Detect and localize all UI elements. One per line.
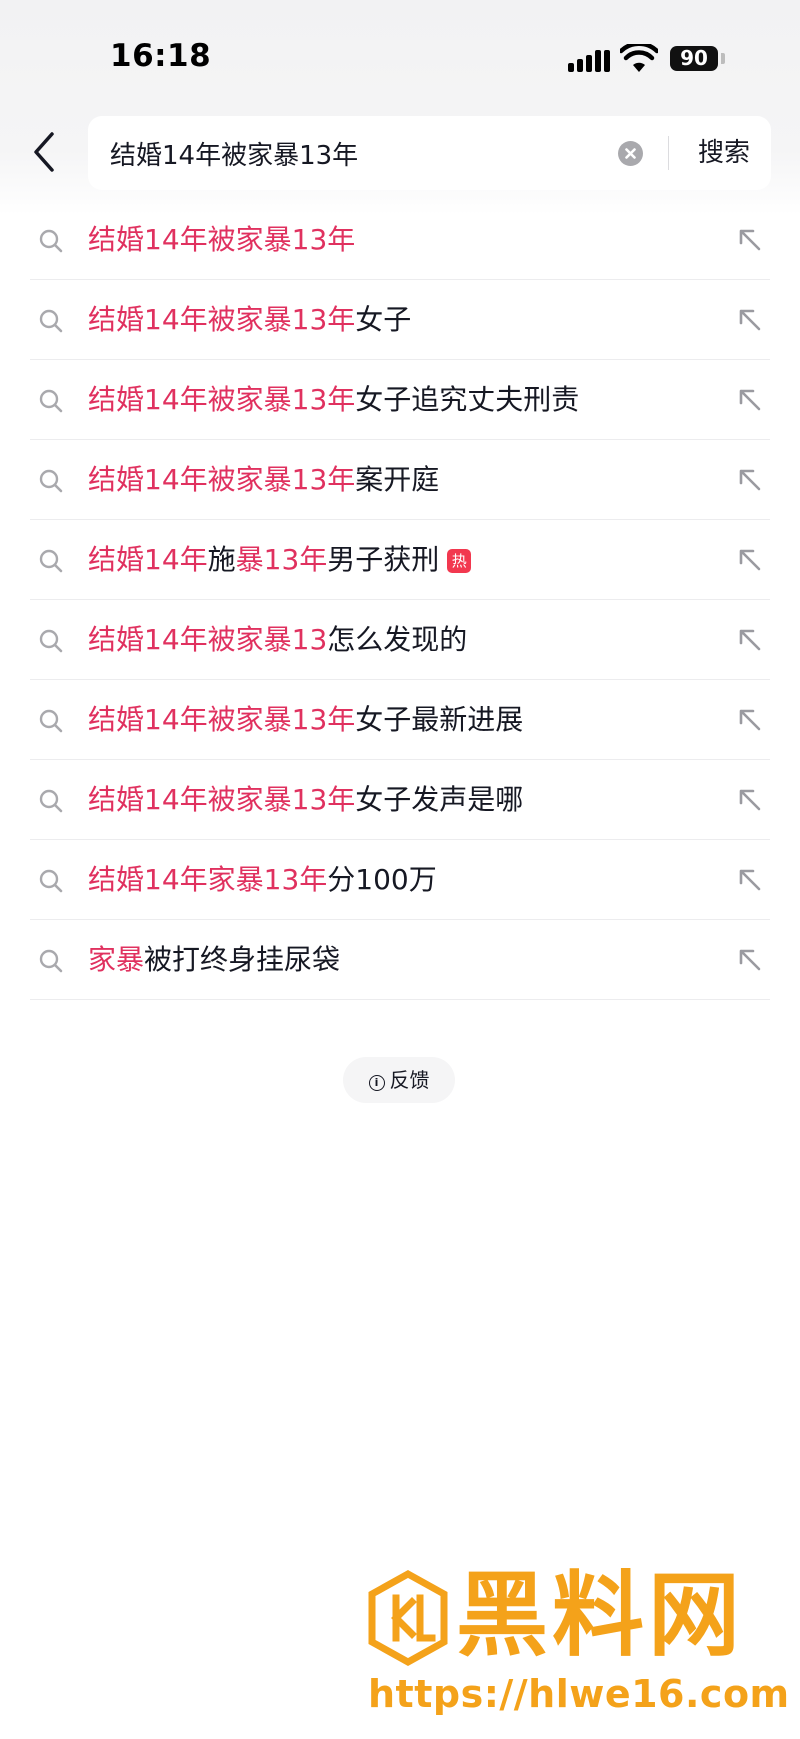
suggestion-rest: 女子最新进展 (355, 703, 524, 736)
suggestion-highlight: 结婚14年被家暴13年 (88, 783, 356, 816)
suggestion-highlight: 结婚14年被家暴13年 (88, 703, 356, 736)
watermark-logo-icon (368, 1570, 448, 1666)
search-button[interactable]: 搜索 (684, 116, 764, 190)
clear-circle-icon (625, 148, 636, 159)
suggestion-text: 结婚14年被家暴13年女子最新进展 (88, 680, 523, 760)
watermark: 黑料网 https://hlwe16.com (368, 1560, 790, 1730)
search-icon (39, 389, 63, 413)
suggestion-item[interactable]: 结婚14年被家暴13年女子发声是哪 (0, 760, 800, 840)
suggestion-rest: 女子追究丈夫刑责 (355, 383, 580, 416)
suggestion-item[interactable]: 结婚14年被家暴13年案开庭 (0, 440, 800, 520)
suggestion-highlight: 家暴 (88, 943, 145, 976)
suggestion-text: 结婚14年被家暴13年案开庭 (88, 440, 439, 520)
suggestion-rest: 被打终身挂尿袋 (144, 943, 341, 976)
search-box: 搜索 (88, 116, 771, 190)
suggestion-text: 结婚14年被家暴13年女子发声是哪 (88, 760, 523, 840)
suggestion-rest: 女子发声是哪 (355, 783, 524, 816)
suggestion-rest: 男子获刑 (327, 543, 440, 576)
suggestion-list: 结婚14年被家暴13年 结婚14年被家暴13年女子 结婚14年被家暴13年女子追究丈… (0, 200, 800, 1000)
info-icon: i (368, 1075, 385, 1091)
feedback-button[interactable]: i 反馈 (343, 1057, 455, 1103)
search-icon (39, 629, 63, 653)
fill-arrow-icon[interactable] (736, 226, 764, 254)
suggestion-rest: 怎么发现的 (327, 623, 468, 656)
suggestion-item[interactable]: 结婚14年被家暴13年女子 (0, 280, 800, 360)
search-icon (39, 789, 63, 813)
suggestion-text: 家暴被打终身挂尿袋 (88, 920, 340, 1000)
search-icon (39, 709, 63, 733)
suggestion-rest: 案开庭 (355, 463, 440, 496)
suggestion-text: 结婚14年被家暴13年女子追究丈夫刑责 (88, 360, 579, 440)
suggestion-highlight: 结婚14年被家暴13年 (88, 463, 356, 496)
fill-arrow-icon[interactable] (736, 386, 764, 414)
back-button[interactable] (26, 128, 66, 176)
search-icon (39, 869, 63, 893)
suggestion-text: 结婚14年被家暴13年 (88, 200, 355, 280)
signal-icon (568, 48, 610, 72)
suggestion-item[interactable]: 结婚14年家暴13年分100万 (0, 840, 800, 920)
fill-arrow-icon[interactable] (736, 546, 764, 574)
suggestion-item[interactable]: 结婚14年被家暴13年女子最新进展 (0, 680, 800, 760)
search-icon (39, 549, 63, 573)
suggestion-highlight: 结婚14年 (88, 543, 208, 576)
suggestion-rest: 施 (207, 543, 236, 576)
watermark-url: https://hlwe16.com (368, 1672, 790, 1716)
suggestion-rest: 分100万 (327, 863, 437, 896)
suggestion-text: 结婚14年施暴13年男子获刑热 (88, 520, 472, 600)
suggestion-rest: 女子 (355, 303, 412, 336)
fill-arrow-icon[interactable] (736, 706, 764, 734)
suggestion-text: 结婚14年被家暴13怎么发现的 (88, 600, 467, 680)
suggestion-item[interactable]: 结婚14年施暴13年男子获刑热 (0, 520, 800, 600)
battery-cap (721, 53, 725, 64)
clear-button[interactable] (618, 141, 643, 166)
search-icon (39, 949, 63, 973)
suggestion-item[interactable]: 结婚14年被家暴13怎么发现的 (0, 600, 800, 680)
watermark-title: 黑料网 (456, 1562, 745, 1669)
suggestion-highlight: 结婚14年被家暴13年 (88, 223, 356, 256)
suggestion-item[interactable]: 结婚14年被家暴13年 (0, 200, 800, 280)
fill-arrow-icon[interactable] (736, 946, 764, 974)
suggestion-text: 结婚14年被家暴13年女子 (88, 280, 411, 360)
suggestion-item[interactable]: 家暴被打终身挂尿袋 (0, 920, 800, 1000)
suggestion-highlight: 结婚14年家暴13年 (88, 863, 328, 896)
search-divider (668, 136, 669, 170)
search-icon (39, 469, 63, 493)
suggestion-highlight: 结婚14年被家暴13年 (88, 383, 356, 416)
suggestion-text: 结婚14年家暴13年分100万 (88, 840, 437, 920)
wifi-icon (620, 44, 658, 72)
status-bar: 16:18 90 (0, 0, 800, 100)
hot-badge: 热 (447, 549, 472, 573)
search-input[interactable] (110, 116, 610, 190)
search-icon (39, 229, 63, 253)
row-divider (30, 999, 770, 1000)
fill-arrow-icon[interactable] (736, 626, 764, 654)
fill-arrow-icon[interactable] (736, 786, 764, 814)
fill-arrow-icon[interactable] (736, 466, 764, 494)
suggestion-highlight: 结婚14年被家暴13 (88, 623, 328, 656)
status-time: 16:18 (110, 38, 212, 74)
suggestion-highlight: 结婚14年被家暴13年 (88, 303, 356, 336)
search-icon (39, 309, 63, 333)
chevron-left-icon (34, 132, 54, 172)
battery-icon: 90 (670, 46, 718, 71)
suggestion-item[interactable]: 结婚14年被家暴13年女子追究丈夫刑责 (0, 360, 800, 440)
fill-arrow-icon[interactable] (736, 306, 764, 334)
fill-arrow-icon[interactable] (736, 866, 764, 894)
suggestion-highlight: 暴13年 (235, 543, 328, 576)
feedback-label: 反馈 (389, 1068, 430, 1092)
